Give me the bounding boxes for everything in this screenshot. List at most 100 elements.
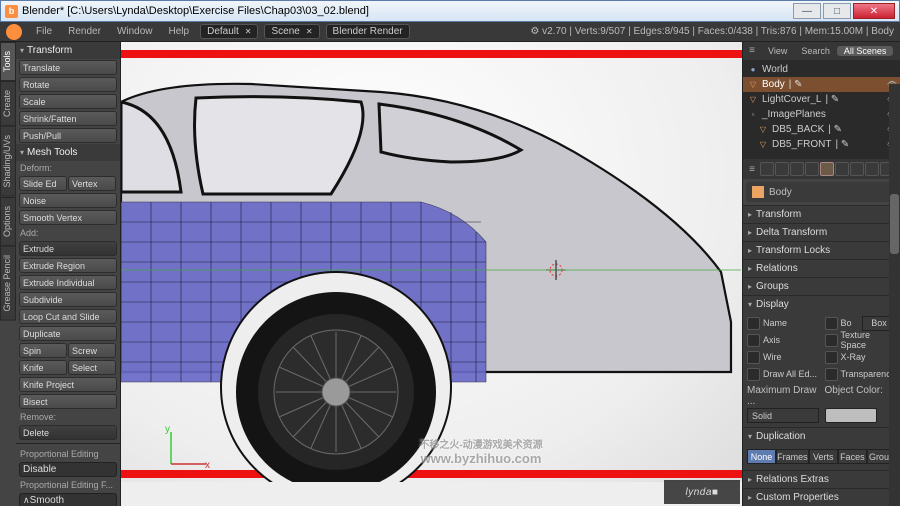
spin-button[interactable]: Spin [19, 343, 67, 358]
menu-help[interactable]: Help [161, 26, 198, 37]
outliner-item-db5-front[interactable]: ▽DB5_FRONT| ✎👁 [743, 137, 900, 152]
window-title: Blender* [C:\Users\Lynda\Desktop\Exercis… [22, 5, 791, 17]
add-label: Add: [16, 226, 120, 240]
loop-cut-slide-button[interactable]: Loop Cut and Slide [19, 309, 117, 324]
menu-file[interactable]: File [28, 26, 60, 37]
chk-transparency[interactable] [825, 368, 838, 381]
knife-button[interactable]: Knife [19, 360, 67, 375]
mesh-icon: ▽ [757, 123, 769, 135]
translate-button[interactable]: Translate [19, 60, 117, 75]
outliner-item-lightcover[interactable]: ▽LightCover_L| ✎👁 [743, 92, 900, 107]
screw-button[interactable]: Screw [68, 343, 116, 358]
section-relations[interactable]: Relations [743, 259, 900, 277]
scale-button[interactable]: Scale [19, 94, 117, 109]
vtab-shading-uvs[interactable]: Shading/UVs [0, 126, 16, 197]
section-custom-properties[interactable]: Custom Properties [743, 488, 900, 506]
outliner-all-scenes-dropdown[interactable]: All Scenes [837, 46, 894, 56]
section-display: Display Name BoBox Axis Texture Space Wi… [743, 295, 900, 427]
chk-name[interactable] [747, 317, 760, 330]
edge-slide-button[interactable]: Slide Ed [19, 176, 67, 191]
section-groups[interactable]: Groups [743, 277, 900, 295]
dup-none[interactable]: None [747, 449, 776, 464]
outliner-item-db5-back[interactable]: ▽DB5_BACK| ✎👁 [743, 122, 900, 137]
delete-button[interactable]: Delete [19, 425, 117, 440]
svg-text:y: y [165, 424, 170, 435]
push-pull-button[interactable]: Push/Pull [19, 128, 117, 143]
render-engine-dropdown[interactable]: Blender Render [326, 24, 410, 39]
outliner-item-imageplanes[interactable]: ▫_ImagePlanes👁 [743, 107, 900, 122]
blender-logo-icon[interactable] [6, 24, 22, 40]
object-color-label: Object Color: [825, 385, 897, 407]
dup-faces[interactable]: Faces [838, 449, 867, 464]
world-icon: ● [747, 63, 759, 75]
prop-tab-object-icon[interactable] [820, 162, 834, 176]
vtab-grease-pencil[interactable]: Grease Pencil [0, 246, 16, 321]
outliner-search-menu[interactable]: Search [794, 46, 837, 56]
knife-select-button[interactable]: Select [68, 360, 116, 375]
section-relations-extras[interactable]: Relations Extras [743, 470, 900, 488]
section-display-header[interactable]: Display [743, 296, 900, 313]
section-duplication-header[interactable]: Duplication [743, 428, 900, 445]
noise-button[interactable]: Noise [19, 193, 117, 208]
remove-label: Remove: [16, 410, 120, 424]
chk-texture-space[interactable] [825, 334, 838, 347]
smooth-vertex-button[interactable]: Smooth Vertex [19, 210, 117, 225]
prop-tab-constraints-icon[interactable] [835, 162, 849, 176]
minimize-button[interactable]: — [793, 3, 821, 19]
prop-tab-render-icon[interactable] [760, 162, 774, 176]
3d-viewport[interactable]: y x 不移之火-动漫游戏美术资源 www.byzhihuo.com lynda… [121, 42, 742, 506]
proportional-editing-dropdown[interactable]: Disable [19, 462, 117, 477]
vertex-slide-button[interactable]: Vertex [68, 176, 116, 191]
panel-transform-header[interactable]: Transform [16, 42, 120, 59]
extrude-button[interactable]: Extrude [19, 241, 117, 256]
prop-tab-layers-icon[interactable] [775, 162, 789, 176]
close-button[interactable]: ✕ [853, 3, 895, 19]
prop-tab-world-icon[interactable] [805, 162, 819, 176]
object-color-swatch[interactable] [825, 408, 877, 423]
rotate-button[interactable]: Rotate [19, 77, 117, 92]
vtab-tools[interactable]: Tools [0, 42, 16, 81]
properties-scrollbar[interactable] [889, 84, 900, 506]
outliner-item-world[interactable]: ●World [743, 62, 900, 77]
chk-axis[interactable] [747, 334, 760, 347]
section-duplication: Duplication None Frames Verts Faces Grou… [743, 427, 900, 470]
falloff-dropdown[interactable]: ∧ Smooth [19, 493, 117, 506]
object-breadcrumb[interactable]: Body [746, 182, 897, 202]
chk-wire[interactable] [747, 351, 760, 364]
prop-tab-scene-icon[interactable] [790, 162, 804, 176]
bisect-button[interactable]: Bisect [19, 394, 117, 409]
max-draw-type-dropdown[interactable]: Solid [747, 408, 819, 423]
knife-project-button[interactable]: Knife Project [19, 377, 117, 392]
chk-bounds[interactable] [825, 317, 838, 330]
extrude-individual-button[interactable]: Extrude Individual [19, 275, 117, 290]
chk-draw-all-edges[interactable] [747, 368, 760, 381]
prop-tab-modifiers-icon[interactable] [850, 162, 864, 176]
dup-verts[interactable]: Verts [809, 449, 838, 464]
panel-meshtools-header[interactable]: Mesh Tools [16, 144, 120, 161]
car-mesh-illustration [121, 42, 741, 482]
outliner[interactable]: ●World ▽Body| ✎👁 ▽LightCover_L| ✎👁 ▫_Ima… [743, 60, 900, 159]
screen-layout-dropdown[interactable]: Default ✕ [200, 24, 258, 39]
outliner-item-body[interactable]: ▽Body| ✎👁 [743, 77, 900, 92]
prop-tab-data-icon[interactable] [865, 162, 879, 176]
section-transform[interactable]: Transform [743, 205, 900, 223]
lynda-watermark: lynda■ [664, 480, 740, 504]
menu-window[interactable]: Window [109, 26, 161, 37]
extrude-region-button[interactable]: Extrude Region [19, 258, 117, 273]
info-header: File Render Window Help Default ✕ Scene … [0, 22, 900, 42]
duplicate-button[interactable]: Duplicate [19, 326, 117, 341]
section-delta-transform[interactable]: Delta Transform [743, 223, 900, 241]
maximize-button[interactable]: □ [823, 3, 851, 19]
menu-render[interactable]: Render [60, 26, 109, 37]
chk-xray[interactable] [825, 351, 838, 364]
subdivide-button[interactable]: Subdivide [19, 292, 117, 307]
shrink-fatten-button[interactable]: Shrink/Fatten [19, 111, 117, 126]
dup-frames[interactable]: Frames [776, 449, 809, 464]
scene-statistics: ⚙ v2.70 | Verts:9/507 | Edges:8/945 | Fa… [530, 26, 894, 37]
vtab-create[interactable]: Create [0, 81, 16, 126]
outliner-view-menu[interactable]: View [761, 46, 794, 56]
vtab-options[interactable]: Options [0, 197, 16, 246]
right-region: ≡ View Search All Scenes ●World ▽Body| ✎… [742, 42, 900, 506]
section-transform-locks[interactable]: Transform Locks [743, 241, 900, 259]
scene-dropdown[interactable]: Scene ✕ [264, 24, 319, 39]
